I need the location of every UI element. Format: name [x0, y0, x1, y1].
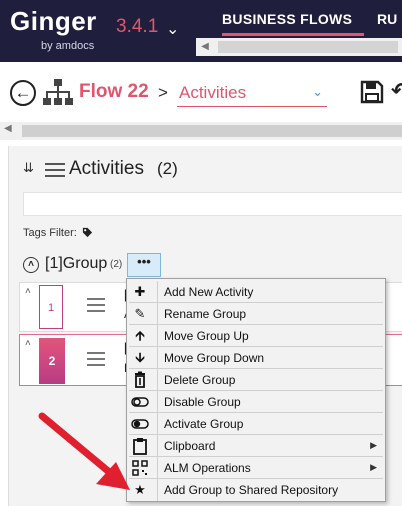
- pencil-icon: ✎: [134, 306, 146, 321]
- plus-icon: ✚: [134, 284, 146, 299]
- arrow-up-icon: 🡩: [135, 328, 145, 343]
- submenu-arrow-icon: ▶: [370, 440, 377, 450]
- view-select[interactable]: Activities ⌄: [177, 80, 327, 107]
- menu-item-rename-group[interactable]: ✎ Rename Group: [129, 303, 383, 325]
- menu-item-label: Clipboard: [164, 439, 216, 453]
- tags-filter-label: Tags Filter:: [23, 227, 77, 239]
- menu-item-delete-group[interactable]: Delete Group: [129, 369, 383, 391]
- view-select-value: Activities: [179, 83, 247, 102]
- group-more-button[interactable]: •••: [127, 253, 161, 277]
- undo-icon[interactable]: ↶: [391, 78, 402, 104]
- trash-icon: [135, 371, 145, 388]
- flow-hierarchy-icon: [43, 79, 73, 105]
- flow-name[interactable]: Flow 22: [79, 81, 149, 103]
- tab-run[interactable]: RU: [377, 11, 397, 27]
- menu-item-label: Add New Activity: [164, 285, 254, 299]
- annotation-arrow-icon: [38, 412, 130, 490]
- version-label[interactable]: 3.4.1: [116, 16, 158, 38]
- scroll-left-icon[interactable]: ◀: [196, 38, 214, 56]
- group-label: [1]Group: [45, 255, 108, 272]
- chevron-down-icon: ⌄: [312, 84, 323, 99]
- save-icon[interactable]: [360, 80, 384, 104]
- breadcrumb-separator: >: [158, 83, 168, 102]
- arrow-down-icon: 🡫: [135, 350, 145, 365]
- menu-item-move-group-up[interactable]: 🡩 Move Group Up: [129, 325, 383, 347]
- drag-handle-icon[interactable]: [87, 352, 105, 370]
- menu-item-label: Delete Group: [164, 373, 236, 387]
- menu-item-label: Disable Group: [164, 395, 241, 409]
- group-count: (2): [110, 259, 123, 270]
- menu-item-label: Move Group Up: [164, 329, 249, 343]
- menu-item-add-new-activity[interactable]: ✚ Add New Activity: [129, 281, 383, 303]
- menu-item-label: Move Group Down: [164, 351, 265, 365]
- app-brand: Ginger: [10, 6, 97, 36]
- caret-up-icon[interactable]: ˄: [25, 286, 31, 297]
- horizontal-scrollbar[interactable]: ◀: [0, 122, 402, 140]
- menu-item-label: Rename Group: [164, 307, 247, 321]
- panel-title: Activities: [69, 158, 144, 179]
- menu-item-clipboard[interactable]: Clipboard ▶: [129, 435, 383, 457]
- menu-item-activate-group[interactable]: Activate Group: [129, 413, 383, 435]
- caret-up-icon[interactable]: ˄: [25, 338, 31, 349]
- search-input[interactable]: [23, 192, 402, 216]
- menu-item-add-to-shared-repository[interactable]: ★ Add Group to Shared Repository: [129, 479, 383, 501]
- collapse-chevrons-icon[interactable]: ⇊: [23, 160, 34, 176]
- drag-handle-icon[interactable]: [87, 298, 105, 316]
- submenu-arrow-icon: ▶: [370, 462, 377, 472]
- toggle-off-icon: [131, 397, 149, 407]
- menu-item-alm-operations[interactable]: ALM Operations ▶: [129, 457, 383, 479]
- top-bar: Ginger by amdocs 3.4.1 ⌄ BUSINESS FLOWS …: [0, 0, 402, 62]
- tabs-scrollbar[interactable]: ◀: [196, 38, 402, 56]
- menu-item-move-group-down[interactable]: 🡫 Move Group Down: [129, 347, 383, 369]
- scroll-left-icon[interactable]: ◀: [4, 123, 12, 134]
- back-button[interactable]: ←: [10, 80, 36, 106]
- panel-count: (2): [157, 159, 178, 178]
- menu-item-label: ALM Operations: [164, 461, 251, 475]
- app-brand-sub: by amdocs: [41, 40, 95, 52]
- activity-number: 2: [39, 338, 65, 384]
- group-context-menu: ✚ Add New Activity ✎ Rename Group 🡩 Move…: [126, 278, 386, 502]
- scrollbar-thumb[interactable]: [218, 41, 398, 53]
- menu-item-label: Add Group to Shared Repository: [164, 483, 339, 497]
- tab-business-flows[interactable]: BUSINESS FLOWS: [222, 11, 352, 27]
- tag-icon[interactable]: [82, 227, 93, 238]
- list-icon: [45, 163, 65, 177]
- scrollbar-thumb[interactable]: [22, 125, 402, 137]
- menu-item-label: Activate Group: [164, 417, 244, 431]
- group-collapse-toggle[interactable]: ˄: [23, 257, 39, 273]
- menu-item-disable-group[interactable]: Disable Group: [129, 391, 383, 413]
- chevron-down-icon[interactable]: ⌄: [166, 19, 179, 39]
- tab-active-indicator: [222, 33, 364, 36]
- activity-number: 1: [39, 285, 63, 329]
